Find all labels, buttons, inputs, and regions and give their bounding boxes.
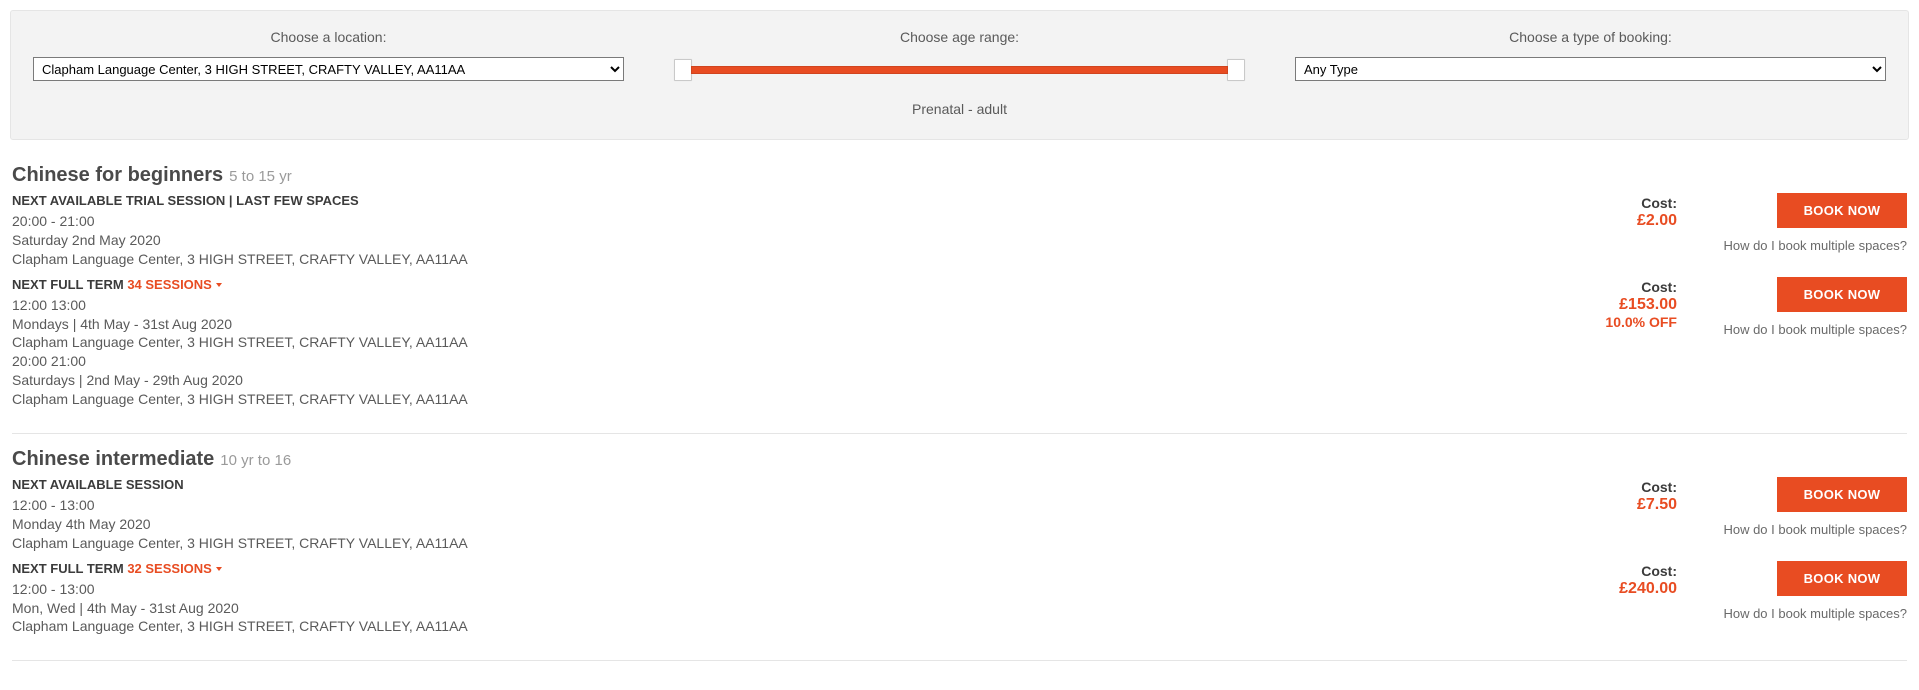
session-detail-line: 12:00 - 13:00 [12, 580, 1567, 599]
session-detail-line: Clapham Language Center, 3 HIGH STREET, … [12, 390, 1567, 409]
class-title: Chinese for beginners 5 to 15 yr [12, 164, 1907, 187]
session-header-count: 34 SESSIONS [127, 277, 212, 292]
type-label: Choose a type of booking: [1295, 29, 1886, 45]
cost-column: Cost:£153.0010.0% OFF [1567, 277, 1707, 330]
age-slider-handle-min[interactable] [674, 59, 692, 81]
action-column: BOOK NOW How do I book multiple spaces? [1707, 193, 1907, 253]
session-row: NEXT FULL TERM 32 SESSIONS 12:00 - 13:00M… [12, 561, 1907, 637]
class-title-text: Chinese intermediate [12, 448, 214, 470]
type-filter: Choose a type of booking: Any Type [1295, 29, 1886, 117]
class-block: Chinese for beginners 5 to 15 yr NEXT AVAI… [12, 150, 1907, 434]
multiple-spaces-link[interactable]: How do I book multiple spaces? [1707, 238, 1907, 253]
caret-down-icon [216, 567, 222, 571]
book-now-button[interactable]: BOOK NOW [1777, 277, 1907, 312]
session-header-count: 32 SESSIONS [127, 561, 212, 576]
action-column: BOOK NOW How do I book multiple spaces? [1707, 561, 1907, 621]
session-header[interactable]: NEXT FULL TERM 34 SESSIONS [12, 277, 1567, 292]
session-info: NEXT FULL TERM 34 SESSIONS 12:00 13:00Mon… [12, 277, 1567, 409]
book-now-button[interactable]: BOOK NOW [1777, 561, 1907, 596]
age-filter: Choose age range: Prenatal - adult [664, 29, 1255, 117]
type-select[interactable]: Any Type [1295, 57, 1886, 81]
session-row: NEXT AVAILABLE SESSION 12:00 - 13:00Monda… [12, 477, 1907, 553]
session-detail-line: Clapham Language Center, 3 HIGH STREET, … [12, 250, 1567, 269]
multiple-spaces-link[interactable]: How do I book multiple spaces? [1707, 322, 1907, 337]
location-filter: Choose a location: Clapham Language Cent… [33, 29, 624, 117]
action-column: BOOK NOW How do I book multiple spaces? [1707, 477, 1907, 537]
session-detail-line: Monday 4th May 2020 [12, 515, 1567, 534]
cost-label: Cost: [1567, 279, 1677, 295]
session-detail-line: 20:00 - 21:00 [12, 212, 1567, 231]
session-header[interactable]: NEXT FULL TERM 32 SESSIONS [12, 561, 1567, 576]
session-detail-line: Mon, Wed | 4th May - 31st Aug 2020 [12, 599, 1567, 618]
age-slider[interactable] [664, 57, 1255, 83]
age-slider-handle-max[interactable] [1227, 59, 1245, 81]
session-info: NEXT AVAILABLE SESSION 12:00 - 13:00Monda… [12, 477, 1567, 553]
cost-column: Cost:£7.50 [1567, 477, 1707, 514]
age-caption: Prenatal - adult [664, 101, 1255, 117]
session-header: NEXT AVAILABLE TRIAL SESSION | LAST FEW … [12, 193, 1567, 208]
caret-down-icon [216, 283, 222, 287]
session-header-main: NEXT AVAILABLE TRIAL SESSION | LAST FEW … [12, 193, 359, 208]
multiple-spaces-link[interactable]: How do I book multiple spaces? [1707, 522, 1907, 537]
session-row: NEXT AVAILABLE TRIAL SESSION | LAST FEW … [12, 193, 1907, 269]
cost-column: Cost:£2.00 [1567, 193, 1707, 230]
filters-panel: Choose a location: Clapham Language Cent… [10, 10, 1909, 140]
cost-value: £7.50 [1567, 495, 1677, 514]
age-slider-track[interactable] [691, 66, 1228, 74]
cost-label: Cost: [1567, 479, 1677, 495]
session-detail-line: Saturday 2nd May 2020 [12, 231, 1567, 250]
session-detail-line: 12:00 - 13:00 [12, 496, 1567, 515]
location-select[interactable]: Clapham Language Center, 3 HIGH STREET, … [33, 57, 624, 81]
cost-value: £240.00 [1567, 579, 1677, 598]
cost-label: Cost: [1567, 563, 1677, 579]
cost-column: Cost:£240.00 [1567, 561, 1707, 598]
session-header-main: NEXT AVAILABLE SESSION [12, 477, 184, 492]
session-info: NEXT FULL TERM 32 SESSIONS 12:00 - 13:00M… [12, 561, 1567, 637]
location-label: Choose a location: [33, 29, 624, 45]
session-header-main: NEXT FULL TERM [12, 561, 127, 576]
session-detail-line: Clapham Language Center, 3 HIGH STREET, … [12, 534, 1567, 553]
cost-label: Cost: [1567, 195, 1677, 211]
book-now-button[interactable]: BOOK NOW [1777, 193, 1907, 228]
session-detail-line: Clapham Language Center, 3 HIGH STREET, … [12, 617, 1567, 636]
classes-list: Chinese for beginners 5 to 15 yr NEXT AVAI… [0, 150, 1919, 661]
class-title: Chinese intermediate 10 yr to 16 [12, 448, 1907, 471]
session-row: NEXT FULL TERM 34 SESSIONS 12:00 13:00Mon… [12, 277, 1907, 409]
session-header: NEXT AVAILABLE SESSION [12, 477, 1567, 492]
age-label: Choose age range: [664, 29, 1255, 45]
class-age-text: 5 to 15 yr [229, 168, 292, 185]
cost-value: £2.00 [1567, 211, 1677, 230]
session-detail-line: 20:00 21:00 [12, 352, 1567, 371]
session-detail-line: Saturdays | 2nd May - 29th Aug 2020 [12, 371, 1567, 390]
session-info: NEXT AVAILABLE TRIAL SESSION | LAST FEW … [12, 193, 1567, 269]
session-detail-line: Mondays | 4th May - 31st Aug 2020 [12, 315, 1567, 334]
class-age-text: 10 yr to 16 [220, 452, 291, 469]
cost-discount: 10.0% OFF [1567, 314, 1677, 330]
class-block: Chinese intermediate 10 yr to 16 NEXT AVAI… [12, 434, 1907, 661]
book-now-button[interactable]: BOOK NOW [1777, 477, 1907, 512]
cost-value: £153.00 [1567, 295, 1677, 314]
session-header-main: NEXT FULL TERM [12, 277, 127, 292]
action-column: BOOK NOW How do I book multiple spaces? [1707, 277, 1907, 337]
multiple-spaces-link[interactable]: How do I book multiple spaces? [1707, 606, 1907, 621]
session-detail-line: Clapham Language Center, 3 HIGH STREET, … [12, 333, 1567, 352]
class-title-text: Chinese for beginners [12, 164, 223, 186]
session-detail-line: 12:00 13:00 [12, 296, 1567, 315]
